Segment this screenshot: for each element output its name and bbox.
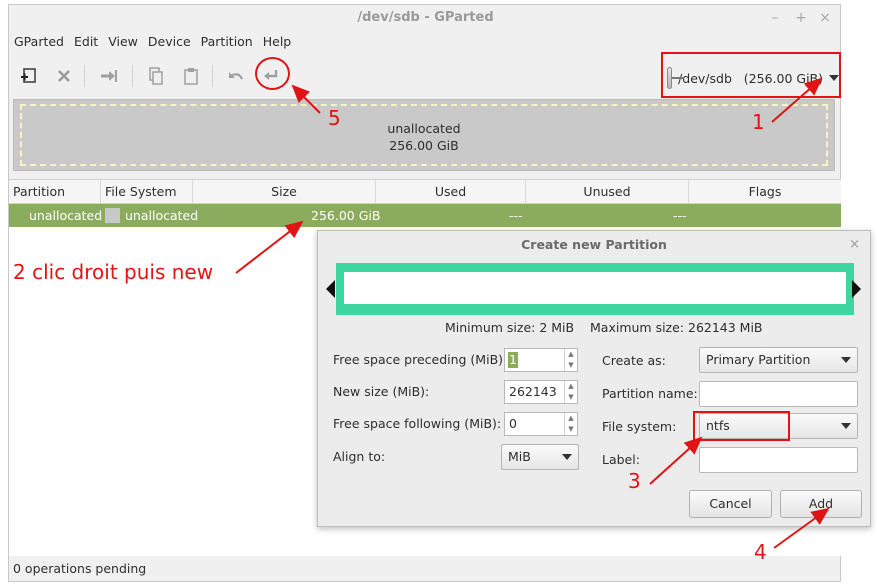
annotation-arrows — [235, 77, 830, 549]
annotation-step-2: 2 clic droit puis new — [13, 260, 214, 284]
annotation-step-1: 1 — [752, 110, 765, 134]
annotation-step-3: 3 — [628, 469, 641, 493]
annotation-step-5: 5 — [328, 106, 341, 130]
annotation-step-4: 4 — [754, 540, 767, 564]
